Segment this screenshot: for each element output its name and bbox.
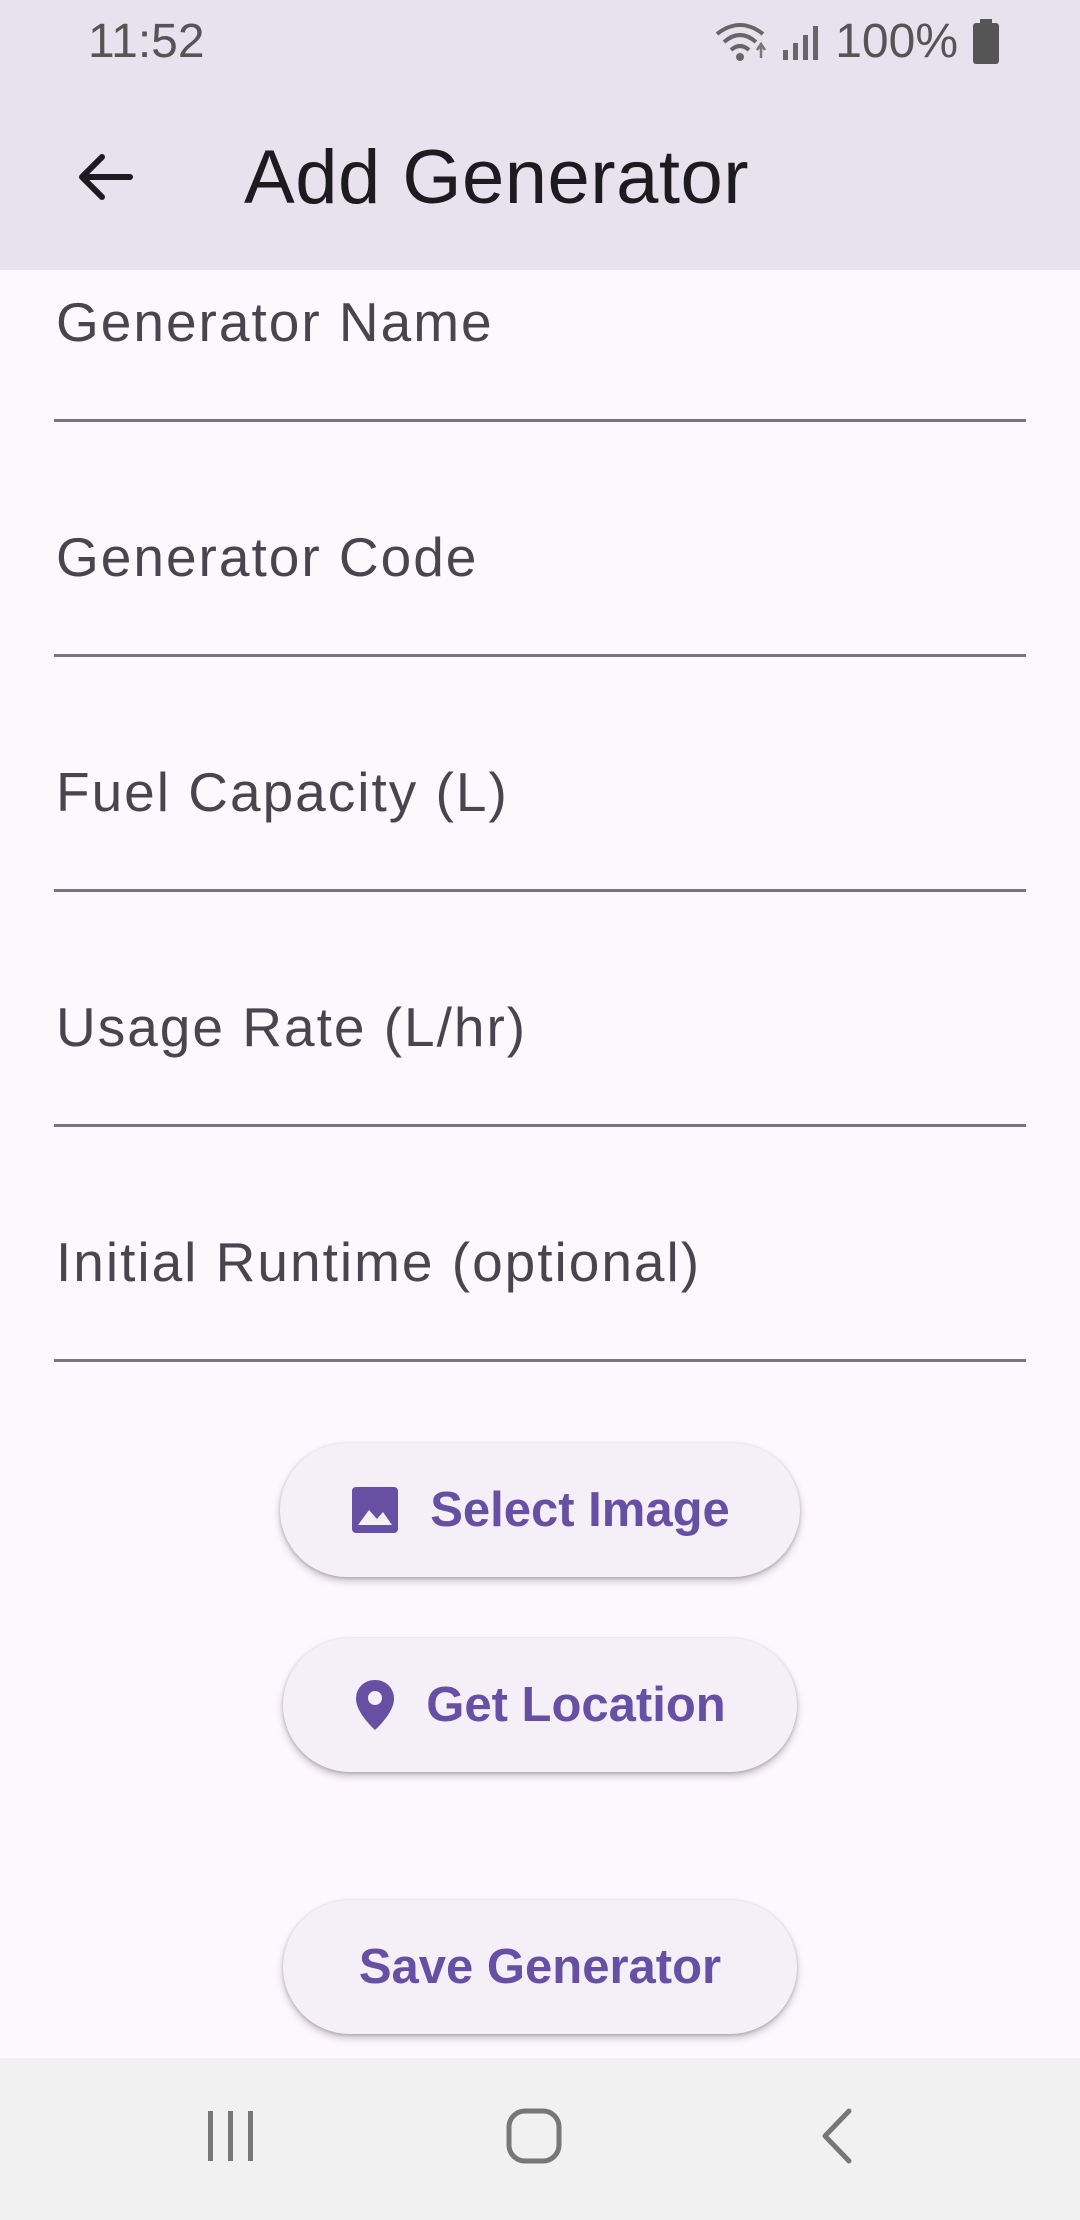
status-time: 11:52 (88, 15, 205, 68)
arrow-back-icon (72, 145, 136, 214)
back-icon (817, 2107, 857, 2170)
recent-apps-button[interactable] (186, 2098, 276, 2178)
fuel-capacity-field[interactable]: Fuel Capacity (L) (54, 692, 1026, 892)
field-label: Fuel Capacity (L) (56, 761, 509, 823)
battery-percent: 100% (835, 15, 958, 68)
generator-name-field[interactable]: Generator Name (54, 222, 1026, 422)
status-bar: 11:52 100% (0, 0, 1080, 88)
add-generator-screen: 11:52 100% Add Generator Generator Name … (0, 0, 1080, 2220)
nav-back-button[interactable] (792, 2098, 882, 2178)
save-generator-button[interactable]: Save Generator (283, 1900, 797, 2034)
field-underline (54, 1359, 1026, 1362)
get-location-label: Get Location (426, 1678, 726, 1732)
home-button[interactable] (489, 2098, 579, 2178)
wifi-icon (713, 20, 767, 64)
save-generator-label: Save Generator (358, 1940, 722, 1994)
field-underline (54, 654, 1026, 657)
system-nav-bar (0, 2058, 1080, 2220)
location-pin-icon (354, 1678, 396, 1732)
field-label: Usage Rate (L/hr) (56, 996, 528, 1058)
generator-code-field[interactable]: Generator Code (54, 457, 1026, 657)
get-location-button[interactable]: Get Location (283, 1638, 797, 1772)
field-underline (54, 889, 1026, 892)
image-icon (350, 1485, 400, 1535)
field-underline (54, 419, 1026, 422)
select-image-button[interactable]: Select Image (280, 1443, 800, 1577)
field-label: Generator Name (56, 291, 494, 353)
select-image-label: Select Image (430, 1483, 730, 1537)
initial-runtime-field[interactable]: Initial Runtime (optional) (54, 1162, 1026, 1362)
recent-apps-icon (204, 2109, 258, 2168)
battery-icon (972, 18, 1000, 65)
field-underline (54, 1124, 1026, 1127)
field-label: Generator Code (56, 526, 479, 588)
signal-icon (781, 22, 821, 62)
usage-rate-field[interactable]: Usage Rate (L/hr) (54, 927, 1026, 1127)
page-title: Add Generator (244, 135, 750, 220)
back-button[interactable] (56, 131, 152, 227)
field-label: Initial Runtime (optional) (56, 1231, 702, 1293)
status-icons: 100% (713, 14, 1000, 69)
home-icon (505, 2107, 563, 2170)
